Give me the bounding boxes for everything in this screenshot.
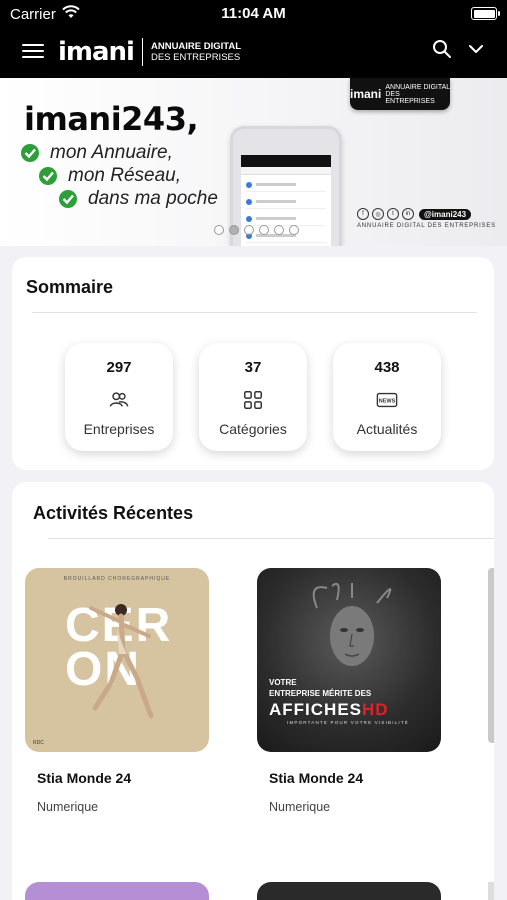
- carousel-dot[interactable]: [289, 225, 299, 235]
- stat-label: Entreprises: [83, 421, 155, 437]
- stat-value: 37: [244, 359, 262, 376]
- post-category: Numerique: [37, 800, 99, 814]
- banner-tagline-2: mon Réseau,: [38, 165, 181, 187]
- banner-tagline-3: dans ma poche: [58, 188, 218, 210]
- social-handle: @imani243: [419, 208, 472, 220]
- users-icon: [109, 392, 129, 407]
- logo-subtitle: ANNUAIRE DIGITAL DES ENTREPRISES: [150, 41, 242, 63]
- status-time: 11:04 AM: [221, 5, 286, 22]
- carousel-dot[interactable]: [214, 225, 224, 235]
- post-title: Stia Monde 24: [269, 770, 364, 786]
- banner-tagline-1: mon Annuaire,: [20, 142, 173, 164]
- check-icon: [21, 144, 39, 162]
- stat-value: 297: [106, 359, 132, 376]
- status-bar: Carrier 11:04 AM: [0, 0, 507, 28]
- check-icon: [39, 167, 57, 185]
- banner-logo-badge: imani ANNUAIRE DIGITAL DES ENTREPRISES: [350, 78, 450, 110]
- dancer-figure: [89, 604, 154, 719]
- top-nav-bar: imani ANNUAIRE DIGITAL DES ENTREPRISES: [0, 28, 507, 78]
- carousel-dot-active[interactable]: [229, 225, 239, 235]
- search-icon[interactable]: [432, 39, 452, 59]
- recent-activities-card: Activités Récentes BROUILLARD CHOREGRAPH…: [12, 482, 494, 900]
- promo-banner-carousel[interactable]: imani243, mon Annuaire, mon Réseau, dans…: [0, 78, 507, 246]
- social-links: f ◎ t in @imani243: [357, 208, 472, 220]
- activity-post[interactable]: VOTRE ENTREPRISE MÉRITE DES AFFICHESHD I…: [257, 568, 441, 814]
- banner-footer-text: ANNUAIRE DIGITAL DES ENTREPRISES: [357, 223, 496, 229]
- instagram-icon: ◎: [372, 208, 384, 220]
- next-post-peek[interactable]: [488, 568, 494, 743]
- stat-value: 438: [374, 359, 400, 376]
- post-image: BROUILLARD CHOREGRAPHIQUE CER ON RDC: [25, 568, 209, 752]
- banner-brand: imani243,: [24, 100, 199, 138]
- check-icon: [59, 190, 77, 208]
- activity-post-next-row[interactable]: [257, 882, 441, 900]
- next-post-peek[interactable]: [488, 882, 494, 900]
- sommaire-card: Sommaire 297 Entreprises 37 Catégories 4…: [12, 257, 494, 470]
- linkedin-icon: in: [402, 208, 414, 220]
- stat-label: Catégories: [219, 421, 287, 437]
- stat-categories[interactable]: 37 Catégories: [199, 343, 307, 451]
- carousel-dot[interactable]: [244, 225, 254, 235]
- news-icon: NEWS: [376, 392, 398, 408]
- post-image: VOTRE ENTREPRISE MÉRITE DES AFFICHESHD I…: [257, 568, 441, 752]
- grid-icon: [244, 391, 262, 409]
- activity-post-next-row[interactable]: [25, 882, 209, 900]
- divider: [32, 312, 477, 313]
- facebook-icon: f: [357, 208, 369, 220]
- menu-icon[interactable]: [22, 40, 44, 62]
- carousel-dot[interactable]: [259, 225, 269, 235]
- sculpture-face: [312, 582, 392, 666]
- stat-label: Actualités: [356, 421, 418, 437]
- stat-entreprises[interactable]: 297 Entreprises: [65, 343, 173, 451]
- recent-activities-title: Activités Récentes: [33, 503, 194, 523]
- divider: [48, 538, 494, 539]
- carousel-dot[interactable]: [274, 225, 284, 235]
- chevron-down-icon[interactable]: [466, 39, 486, 59]
- app-logo[interactable]: imani ANNUAIRE DIGITAL DES ENTREPRISES: [58, 34, 241, 70]
- stat-actualites[interactable]: 438 NEWS Actualités: [333, 343, 441, 451]
- logo-separator: [141, 38, 143, 66]
- carousel-pagination: [214, 225, 304, 235]
- twitter-icon: t: [387, 208, 399, 220]
- post-title: Stia Monde 24: [37, 770, 132, 786]
- logo-word: imani: [58, 37, 135, 67]
- activity-post[interactable]: BROUILLARD CHOREGRAPHIQUE CER ON RDC Sti…: [25, 568, 209, 814]
- sommaire-title: Sommaire: [26, 277, 114, 297]
- post-category: Numerique: [269, 800, 331, 814]
- svg-text:NEWS: NEWS: [379, 398, 396, 404]
- battery-icon: [471, 7, 500, 20]
